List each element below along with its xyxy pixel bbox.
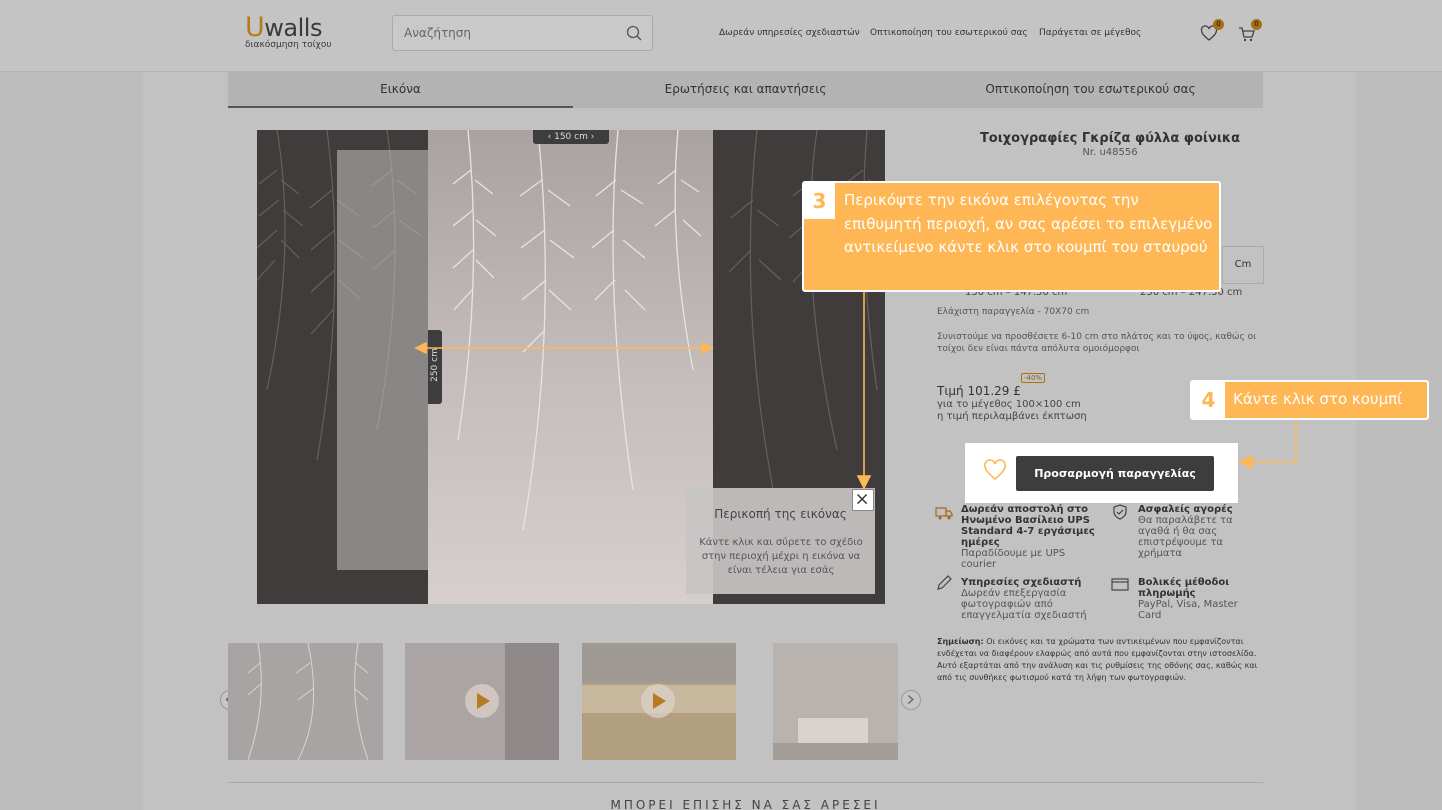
price-note: η τιμή περιλαμβάνει έκπτωση xyxy=(937,411,1087,422)
thumbnail-1[interactable] xyxy=(228,643,383,760)
disclaimer-note: Σημείωση: Οι εικόνες και τα χρώματα των … xyxy=(937,636,1267,684)
feature-secure: Ασφαλείς αγορές Θα παραλάβετε τα αγαθά ή … xyxy=(1138,504,1253,559)
search-icon[interactable] xyxy=(626,25,642,41)
crop-popup-title: Περικοπή της εικόνας xyxy=(714,507,847,521)
width-value: 150 cm xyxy=(554,132,588,142)
heart-icon[interactable] xyxy=(983,459,1007,481)
note-label: Σημείωση: xyxy=(937,637,984,646)
step-4-number: 4 xyxy=(1192,382,1225,418)
site-header: Uwalls διακόσμηση τοίχου Δωρεάν υπηρεσίε… xyxy=(0,0,1442,72)
order-panel: Προσαρμογή παραγγελίας xyxy=(965,443,1238,503)
height-dimension-label[interactable]: 250 cm xyxy=(428,330,442,404)
feature-shipping: Δωρεάν αποστολή στο Ηνωμένο Βασίλειο UPS… xyxy=(961,504,1096,570)
search-box xyxy=(392,15,653,51)
play-icon xyxy=(465,684,499,718)
pencil-icon xyxy=(937,575,952,590)
product-tabs: Εικόνα Ερωτήσεις και απαντήσεις Οπτικοπο… xyxy=(228,72,1263,108)
nav-made-to-size[interactable]: Παράγεται σε μέγεθος xyxy=(1039,28,1141,38)
product-title: Τοιχογραφίες Γκρίζα φύλλα φοίνικα xyxy=(979,131,1241,146)
search-input[interactable] xyxy=(393,16,652,50)
logo-text: walls xyxy=(264,14,322,42)
chevron-right-icon xyxy=(907,695,914,705)
truck-icon xyxy=(935,507,953,520)
logo-tagline: διακόσμηση τοίχου xyxy=(245,40,332,50)
width-dimension-label[interactable]: ‹ 150 cm › xyxy=(533,130,609,144)
tab-image[interactable]: Εικόνα xyxy=(228,72,573,108)
logo[interactable]: Uwalls διακόσμηση τοίχου xyxy=(245,12,345,51)
thumbnails-next-button[interactable] xyxy=(901,690,921,710)
also-like-heading: ΜΠΟΡΕΙ ΕΠΙΣΗΣ ΝΑ ΣΑΣ ΑΡΕΣΕΙ xyxy=(610,798,881,810)
feature-payment: Βολικές μέθοδοι πληρωμής PayPal, Visa, Ma… xyxy=(1138,577,1258,621)
feature-designer-title: Υπηρεσίες σχεδιαστή xyxy=(961,577,1082,588)
feature-secure-sub: Θα παραλάβετε τα αγαθά ή θα σας επιστρέψ… xyxy=(1138,515,1233,559)
step-3-number: 3 xyxy=(804,183,835,219)
note-text: Οι εικόνες και τα χρώματα των αντικειμέν… xyxy=(937,637,1258,682)
min-order-text: Ελάχιστη παραγγελία - 70X70 cm xyxy=(937,307,1090,317)
crop-selection-image xyxy=(428,130,713,604)
feature-payment-title: Βολικές μέθοδοι πληρωμής xyxy=(1138,577,1230,599)
recommend-text: Συνιστούμε να προσθέσετε 6-10 cm στο πλά… xyxy=(937,332,1257,354)
crop-close-button[interactable] xyxy=(852,489,874,511)
wallet-icon xyxy=(1111,578,1129,591)
wishlist-button[interactable]: 0 xyxy=(1200,19,1224,43)
price-details: για το μέγεθος 100×100 cm η τιμή περιλαμ… xyxy=(937,399,1087,423)
thumbnail-1-image xyxy=(247,643,369,760)
thumbnail-4-image xyxy=(773,643,898,760)
logo-letter: U xyxy=(245,12,265,43)
play-icon xyxy=(641,684,675,718)
feature-payment-sub: PayPal, Visa, Master Card xyxy=(1138,599,1238,621)
wishlist-count-badge: 0 xyxy=(1213,19,1224,30)
tutorial-step-4: 4 Κάντε κλικ στο κουμπί xyxy=(1190,380,1429,420)
feature-secure-title: Ασφαλείς αγορές xyxy=(1138,504,1233,515)
section-divider xyxy=(228,782,1263,783)
feature-designer-sub: Δωρεάν επεξεργασία φωτογραφιών από επαγγ… xyxy=(961,588,1087,621)
tutorial-step-3: 3 Περικόψτε την εικόνα επιλέγοντας την ε… xyxy=(802,181,1221,292)
step-3-text: Περικόψτε την εικόνα επιλέγοντας την επι… xyxy=(844,191,1213,256)
shield-icon xyxy=(1113,504,1127,520)
tab-questions[interactable]: Ερωτήσεις και απαντήσεις xyxy=(573,72,918,108)
cart-count-badge: 0 xyxy=(1251,19,1262,30)
nav-designer-services[interactable]: Δωρεάν υπηρεσίες σχεδιαστών xyxy=(719,28,860,38)
thumbnail-2[interactable] xyxy=(405,643,559,760)
thumbnail-3[interactable] xyxy=(582,643,736,760)
feature-designer: Υπηρεσίες σχεδιαστή Δωρεάν επεξεργασία φω… xyxy=(961,577,1101,621)
height-value: 250 cm xyxy=(430,348,440,382)
step-4-text: Κάντε κλικ στο κουμπί xyxy=(1233,390,1403,408)
product-code: Nr. u48556 xyxy=(1082,147,1138,158)
feature-shipping-title: Δωρεάν αποστολή στο Ηνωμένο Βασίλειο UPS… xyxy=(961,504,1095,548)
nav-visualization[interactable]: Οπτικοποίηση του εσωτερικού σας xyxy=(870,28,1028,38)
price-size: για το μέγεθος 100×100 cm xyxy=(937,399,1081,410)
close-icon xyxy=(857,494,868,505)
cart-button[interactable]: 0 xyxy=(1238,19,1262,43)
feature-shipping-sub: Παραδίδουμε με UPS courier xyxy=(961,548,1066,570)
crop-popup-text: Κάντε κλικ και σύρετε το σχέδιο στην περ… xyxy=(699,537,863,576)
crop-popup: Περικοπή της εικόνας Κάντε κλικ και σύρε… xyxy=(686,488,875,594)
price: Τιμή 101.29 £ xyxy=(937,384,1021,398)
customize-order-button[interactable]: Προσαρμογή παραγγελίας xyxy=(1016,456,1214,491)
crop-selection[interactable] xyxy=(428,130,713,604)
unit-selector[interactable]: Cm xyxy=(1222,246,1264,284)
discount-badge: -40% xyxy=(1021,373,1046,383)
thumbnail-4[interactable] xyxy=(773,643,898,760)
tab-visualization[interactable]: Οπτικοποίηση του εσωτερικού σας xyxy=(918,72,1263,108)
